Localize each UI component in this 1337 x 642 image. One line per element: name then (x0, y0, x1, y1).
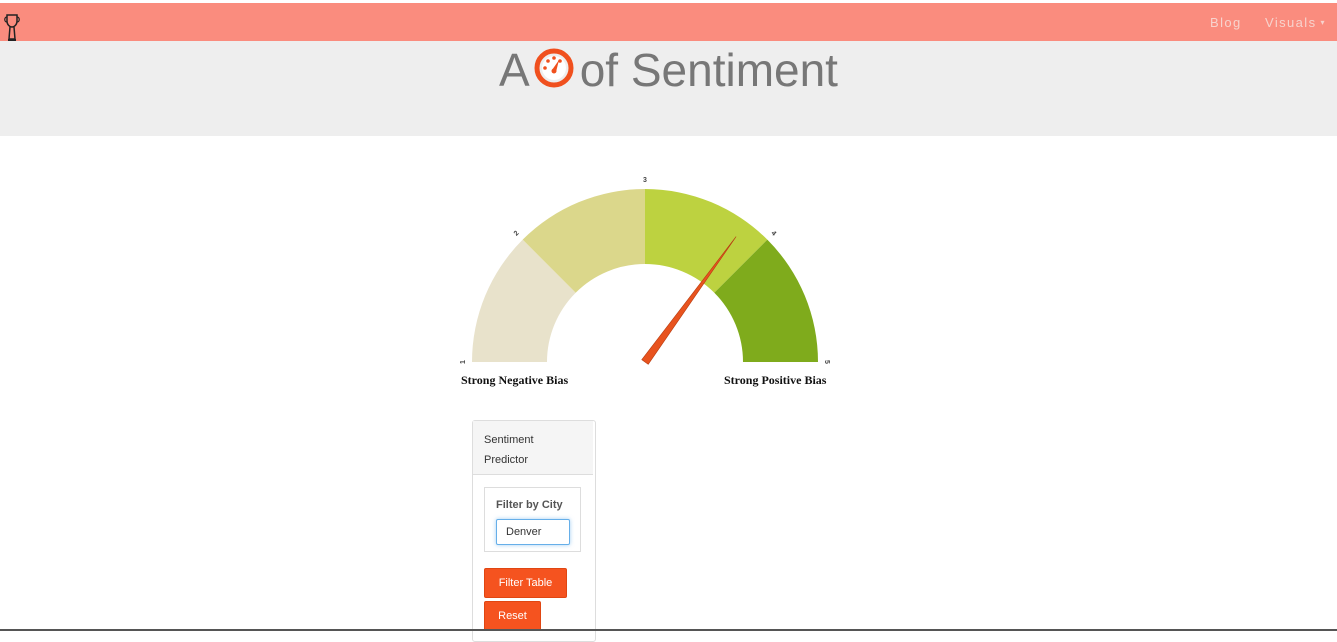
city-filter-group: Filter by City (484, 487, 581, 552)
page-title: A of Sentiment (0, 43, 1337, 97)
chevron-down-icon: ▾ (1320, 18, 1326, 27)
sentiment-gauge: 1 2 3 4 5 (460, 177, 830, 365)
city-filter-input[interactable] (496, 519, 570, 545)
filter-table-button[interactable]: Filter Table (484, 568, 567, 598)
nav-blog-link[interactable]: Blog (1210, 15, 1242, 30)
dashboard-gauge-icon (534, 48, 574, 88)
gauge-tick-label: 4 (769, 230, 777, 238)
gauge-tick-label: 1 (460, 360, 467, 364)
sentiment-predictor-panel: Sentiment Predictor Filter by City Filte… (472, 420, 596, 642)
header-banner: A of Sentiment (0, 41, 1337, 136)
nav-visuals-label: Visuals (1265, 15, 1317, 30)
panel-heading-line1: Sentiment (484, 434, 534, 446)
panel-heading: Sentiment Predictor (473, 421, 593, 475)
reset-button[interactable]: Reset (484, 601, 541, 631)
gauge-tick-label: 3 (643, 177, 647, 184)
panel-heading-line2: Predictor (484, 454, 529, 466)
gauge-negative-label: Strong Negative Bias (461, 373, 569, 387)
gauge-tick-label: 5 (823, 360, 830, 364)
page-title-prefix: A (499, 44, 530, 96)
navbar: Blog Visuals ▾ (0, 3, 1337, 41)
gauge-tick-label: 2 (513, 230, 521, 238)
trophy-icon[interactable] (4, 13, 20, 43)
nav-visuals-dropdown[interactable]: Visuals ▾ (1265, 15, 1326, 30)
page-title-suffix: of Sentiment (579, 44, 838, 96)
filter-city-label: Filter by City (496, 499, 563, 511)
gauge-positive-label: Strong Positive Bias (724, 373, 827, 387)
